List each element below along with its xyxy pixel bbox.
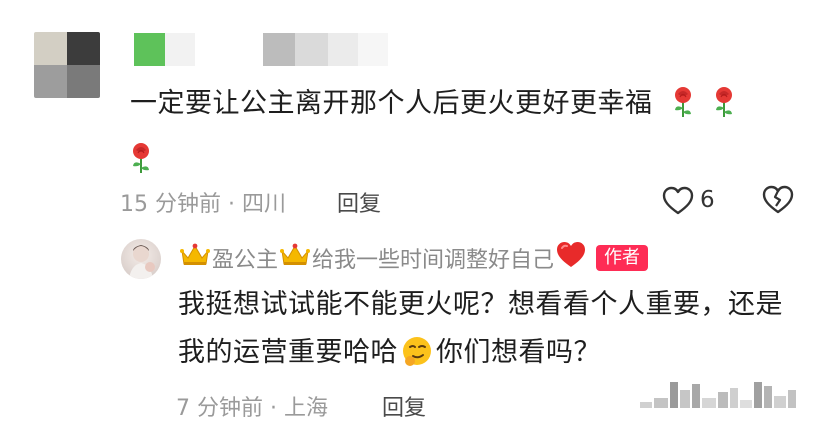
comment-body: 一定要让公主离开那个人后更火更好更幸福 <box>130 88 653 119</box>
watermark-pixel <box>692 384 700 408</box>
avatar-pixel <box>67 65 100 98</box>
smirk-emoji-icon <box>401 335 433 383</box>
name-pixel <box>328 33 358 66</box>
rose-emoji-icon <box>672 85 694 135</box>
name-pixel <box>165 33 195 66</box>
comment-text: 一定要让公主离开那个人后更火更好更幸福 <box>130 79 810 191</box>
red-heart-emoji-icon <box>556 241 586 275</box>
watermark-pixel <box>654 398 668 408</box>
reply-time-location: 7 分钟前 · 上海 <box>176 396 328 421</box>
avatar-pixel <box>34 65 67 98</box>
watermark-pixel <box>670 382 678 408</box>
reply-body-part2: 你们想看吗？ <box>436 337 601 368</box>
comment-time-location: 15 分钟前 · 四川 <box>120 192 286 217</box>
name-pixel <box>134 33 165 66</box>
watermark-pixel <box>640 402 652 408</box>
reply-author-signature: 给我一些时间调整好自己 <box>312 248 555 273</box>
reply-text: 我挺想试试能不能更火呢？想看看个人重要，还是我的运营重要哈哈 你们想看吗？ <box>178 281 798 383</box>
author-avatar[interactable] <box>121 239 161 279</box>
like-count: 6 <box>700 187 715 213</box>
watermark-pixel <box>740 400 752 408</box>
rose-emoji-icon <box>713 85 735 135</box>
watermark-redacted <box>640 382 796 408</box>
crown-emoji-icon <box>180 243 210 273</box>
commenter-name-redacted[interactable] <box>134 33 388 66</box>
watermark-pixel <box>730 388 738 408</box>
author-badge: 作者 <box>596 245 649 271</box>
reply-author-line: 盈公主 给我一些时间调整好自己 作者 <box>178 241 649 275</box>
name-pixel <box>195 33 263 66</box>
rose-emoji-icon <box>130 141 152 191</box>
avatar-pixel <box>67 32 100 65</box>
name-pixel <box>263 33 295 66</box>
commenter-avatar[interactable] <box>34 32 100 98</box>
reply-author-name[interactable]: 盈公主 <box>212 242 278 274</box>
crown-emoji-icon <box>280 243 311 273</box>
watermark-pixel <box>718 392 728 408</box>
reply-button[interactable]: 回复 <box>337 186 381 218</box>
name-pixel <box>295 33 328 66</box>
broken-heart-icon[interactable] <box>762 184 794 220</box>
avatar-pixel <box>34 32 67 65</box>
watermark-pixel <box>680 390 690 408</box>
watermark-pixel <box>702 398 716 408</box>
name-pixel <box>358 33 388 66</box>
watermark-pixel <box>788 390 796 408</box>
watermark-pixel <box>754 382 762 408</box>
watermark-pixel <box>764 386 772 408</box>
heart-outline-icon[interactable] <box>662 186 694 220</box>
reply-reply-button[interactable]: 回复 <box>382 390 426 422</box>
watermark-pixel <box>774 396 786 408</box>
